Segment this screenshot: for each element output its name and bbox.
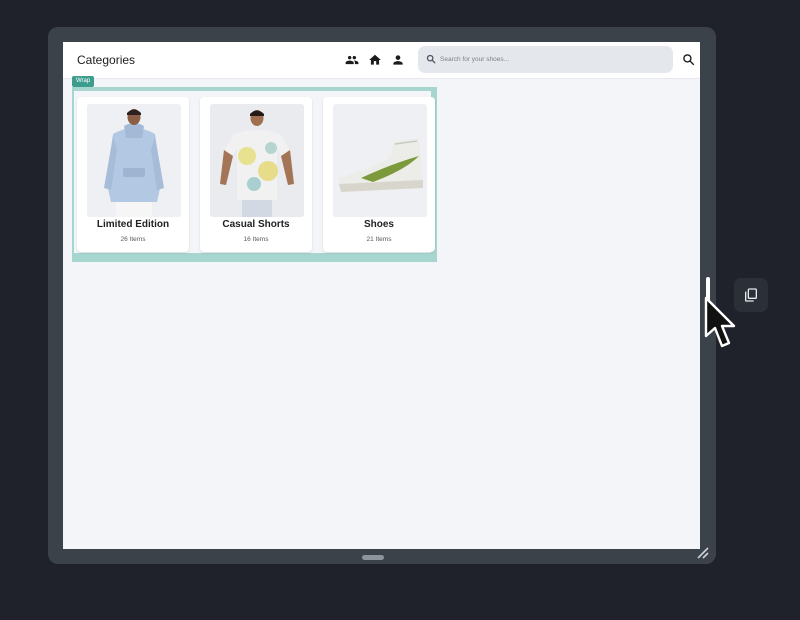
category-image [333,104,427,217]
search-bar [418,46,673,73]
category-image [210,104,304,217]
tshirt-model-image [210,104,304,217]
category-card-shoes[interactable]: Shoes 21 Items [323,97,435,252]
bottom-resize-handle[interactable] [362,555,384,560]
app-screen: Categories Wrap [63,42,700,549]
search-field-icon [426,54,436,64]
hoodie-model-image [87,104,181,217]
person-icon[interactable] [391,53,405,67]
copy-icon [745,288,757,302]
group-icon[interactable] [345,53,359,67]
home-icon[interactable] [368,53,382,67]
category-item-count: 16 Items [243,236,269,243]
search-icon[interactable] [682,53,695,66]
category-name: Casual Shorts [222,219,290,230]
category-card-limited-edition[interactable]: Limited Edition 26 Items [77,97,189,252]
category-grid: Limited Edition 26 Items Casual Shorts 1… [74,91,435,253]
category-item-count: 21 Items [366,236,392,243]
sneaker-image [333,104,427,217]
category-name: Shoes [363,219,394,230]
search-input[interactable] [440,51,665,68]
category-item-count: 26 Items [120,236,146,243]
category-name: Limited Edition [96,219,170,230]
resize-corner-icon[interactable] [696,546,710,560]
wrap-widget-highlight[interactable]: Limited Edition 26 Items Casual Shorts 1… [72,87,437,262]
wrap-widget-label: Wrap [72,76,95,87]
category-image [87,104,181,217]
app-bar: Categories [63,42,700,79]
cursor-arrow-icon [704,296,736,348]
page-title: Categories [77,53,136,67]
category-card-casual-shorts[interactable]: Casual Shorts 16 Items [200,97,312,252]
